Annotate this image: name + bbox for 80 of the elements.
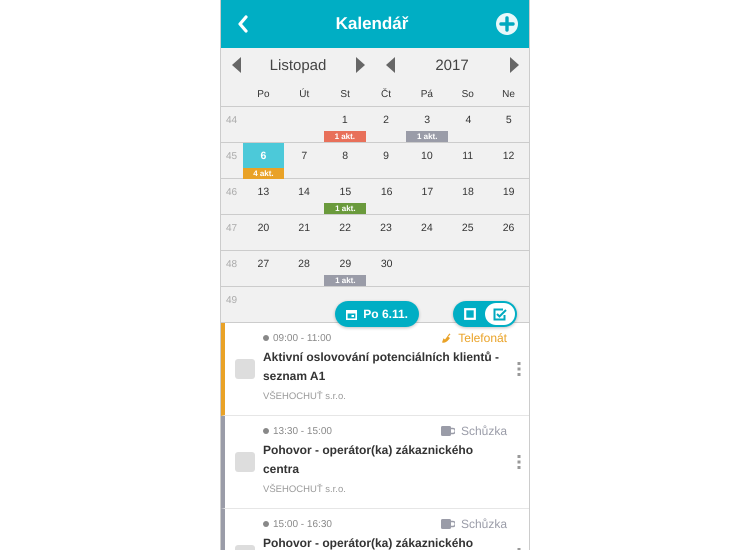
activity-type: Telefonát [458, 331, 507, 345]
day-cell[interactable]: 9 [366, 143, 406, 166]
day-cell[interactable]: 16 [366, 179, 407, 202]
activity-title: Pohovor - operátor(ka) zákaznického [263, 535, 474, 550]
day-cell[interactable]: 4 [448, 107, 489, 130]
day-cell[interactable]: 14 [284, 179, 324, 202]
next-month-icon[interactable] [356, 57, 364, 73]
day-cell[interactable]: 25 [447, 215, 488, 238]
week-number: 44 [226, 115, 238, 126]
week-number: 48 [226, 259, 238, 270]
more-icon[interactable] [517, 455, 521, 469]
day-cell[interactable]: 30 [366, 251, 407, 274]
activity-count-badge: 1 akt. [406, 131, 448, 142]
day-cell[interactable]: 8 [324, 143, 366, 166]
add-icon[interactable] [495, 12, 519, 36]
day-cell[interactable]: 18 [448, 179, 488, 202]
activity-card[interactable]: 15:00 - 16:30 Schůzka Pohovor - operátor(ka) zákaznického [221, 509, 529, 550]
time-range: 13:30 - 15:00 [263, 426, 332, 436]
checkbox-icon [493, 308, 507, 320]
mug-icon [440, 426, 455, 436]
day-cell[interactable]: 19 [488, 179, 529, 202]
day-cell[interactable]: 23 [366, 215, 406, 238]
day-cell[interactable]: 7 [284, 143, 325, 166]
next-year-icon[interactable] [510, 57, 518, 73]
day-cell[interactable]: 15 [324, 179, 366, 202]
weekday-label: Ne [501, 88, 516, 100]
month-label: Listopad [270, 56, 326, 74]
week-number: 46 [226, 187, 238, 198]
square-icon [464, 308, 476, 320]
day-cell[interactable]: 2 [366, 107, 406, 130]
time-range: 15:00 - 16:30 [263, 518, 332, 530]
weekday-label: Pá [420, 88, 434, 100]
weekday-label: So [460, 88, 475, 100]
day-cell[interactable]: 13 [243, 179, 284, 202]
previous-month-icon[interactable] [232, 57, 240, 73]
previous-year-icon[interactable] [386, 57, 394, 73]
activity-count-badge: 1 akt. [324, 131, 366, 142]
day-cell[interactable]: 1 [324, 107, 366, 130]
year-label: 2017 [435, 56, 469, 74]
activity-count-badge: 4 akt. [243, 168, 284, 179]
company-name: VŠEHOCHUŤ s.r.o. [263, 484, 347, 495]
week-number: 47 [226, 223, 238, 234]
day-cell[interactable]: 28 [284, 251, 324, 274]
more-icon[interactable] [517, 362, 521, 376]
day-cell[interactable]: 10 [406, 143, 448, 166]
activity-count-badge: 1 akt. [324, 275, 366, 286]
activity-type: Schůzka [460, 424, 507, 438]
week-number: 45 [226, 151, 238, 162]
activity-type: Schůzka [460, 517, 507, 531]
time-range: 09:00 - 11:00 [263, 332, 332, 344]
day-cell[interactable]: 22 [324, 215, 366, 238]
weekday-label: St [339, 88, 351, 100]
activity-title: Pohovor - operátor(ka) zákaznického centra [263, 442, 474, 478]
weekday-label: Po [256, 88, 271, 100]
day-cell[interactable]: 11 [447, 143, 488, 166]
checked-view-button[interactable] [485, 303, 515, 325]
day-cell[interactable]: 24 [406, 215, 448, 238]
weekday-label: Út [298, 88, 310, 100]
day-cell[interactable]: 21 [284, 215, 325, 238]
day-cell[interactable]: 26 [488, 215, 529, 238]
day-cell[interactable]: 12 [488, 143, 529, 166]
company-name: VŠEHOCHUŤ s.r.o. [263, 391, 347, 402]
mug-icon [440, 519, 455, 529]
back-icon[interactable] [237, 15, 249, 33]
activity-checkbox[interactable] [235, 359, 255, 379]
day-cell[interactable]: 29 [324, 251, 366, 274]
activity-checkbox[interactable] [235, 452, 255, 472]
week-number: 49 [226, 295, 238, 306]
activity-card[interactable]: 13:30 - 15:00 Schůzka Pohovor - operátor(ka) zákaznického centra VŠEHOCHUŤ s.r.o. [221, 416, 529, 509]
activity-card[interactable]: 09:00 - 11:00 Telefonát Aktivní oslovování potenciálních klientů - seznam A1 VŠEHOCHUŤ s.r.o. [221, 323, 529, 416]
activity-count-badge: 1 akt. [324, 203, 366, 214]
calendar-icon [346, 308, 358, 320]
screen-title: Kalendář [336, 14, 408, 34]
day-cell[interactable]: 3 [406, 107, 448, 130]
day-cell[interactable]: 20 [243, 215, 284, 238]
activity-title: Aktivní oslovování potenciálních klientů - seznam A1 [263, 349, 500, 385]
weekday-label: Čt [380, 88, 392, 100]
day-cell[interactable]: 17 [407, 179, 448, 202]
day-cell[interactable]: 27 [243, 251, 284, 274]
day-cell[interactable]: 5 [488, 107, 529, 130]
